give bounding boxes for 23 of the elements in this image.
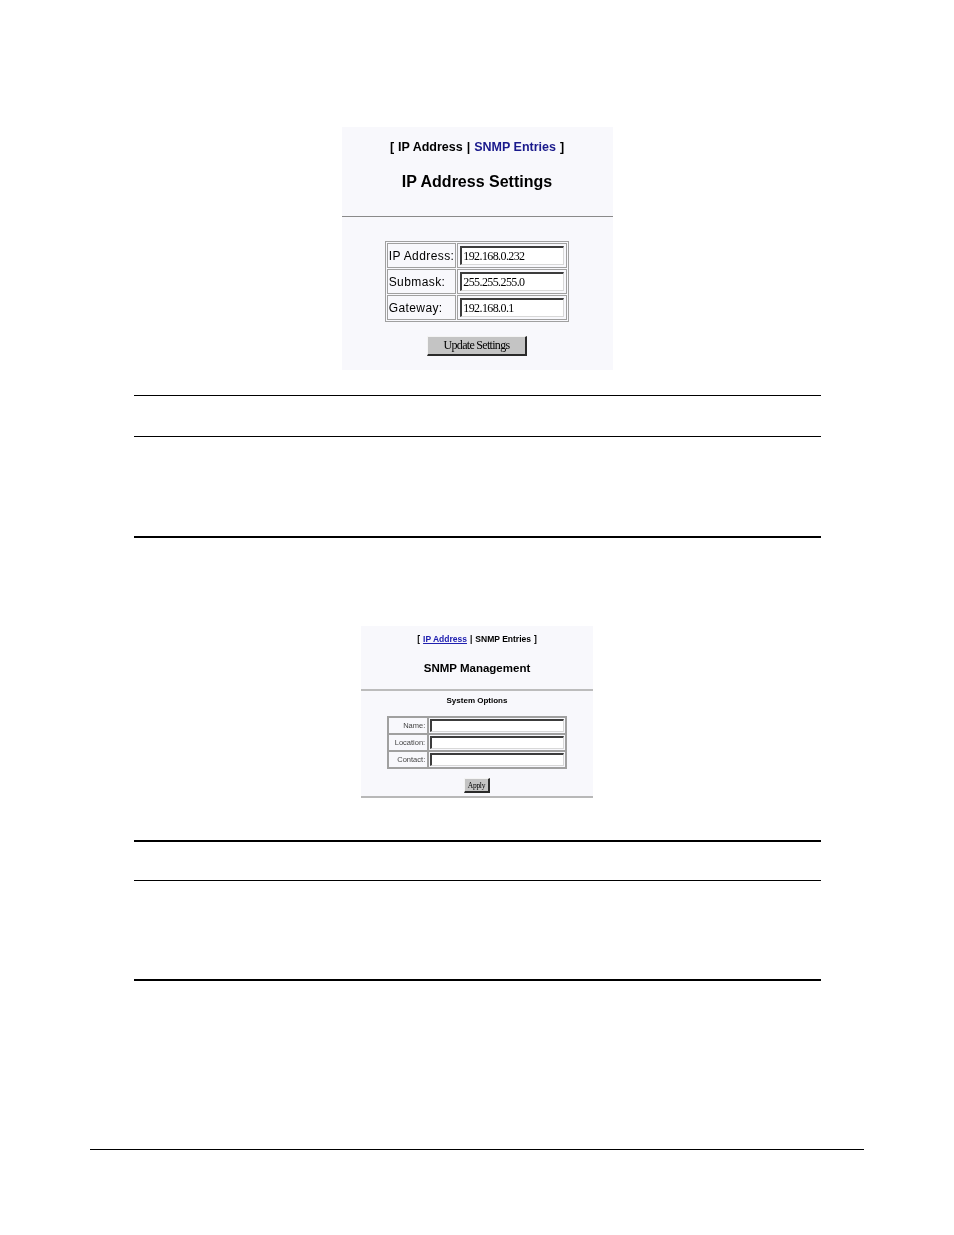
nav-separator: | bbox=[469, 634, 473, 645]
nav-bracket: [ bbox=[389, 139, 395, 155]
input-field[interactable] bbox=[430, 719, 565, 732]
nav-link[interactable]: SNMP Entries bbox=[475, 634, 531, 645]
nav-bracket: ] bbox=[559, 139, 565, 155]
field-label: IP Address: bbox=[388, 248, 455, 263]
page-title: IP Address Settings bbox=[401, 172, 553, 192]
input-field[interactable]: 192.168.0.232 bbox=[460, 246, 565, 265]
input-field[interactable]: 255.255.255.0 bbox=[460, 272, 565, 291]
nav-link[interactable]: IP Address bbox=[398, 139, 463, 155]
input-field[interactable]: 192.168.0.1 bbox=[460, 298, 565, 317]
section-heading: System Options bbox=[446, 696, 508, 706]
nav-separator: | bbox=[466, 139, 471, 155]
nav-link[interactable]: IP Address bbox=[423, 634, 467, 645]
input-field[interactable] bbox=[430, 736, 565, 749]
nav-bracket: [ bbox=[417, 634, 421, 645]
field-label: Submask: bbox=[388, 274, 446, 289]
page-title: SNMP Management bbox=[423, 661, 531, 675]
update-settings-button[interactable]: Update Settings bbox=[427, 336, 527, 356]
nav-link[interactable]: SNMP Entries bbox=[474, 139, 556, 155]
nav-bracket: ] bbox=[533, 634, 537, 645]
input-field[interactable] bbox=[430, 753, 565, 766]
field-label: Gateway: bbox=[388, 300, 443, 315]
